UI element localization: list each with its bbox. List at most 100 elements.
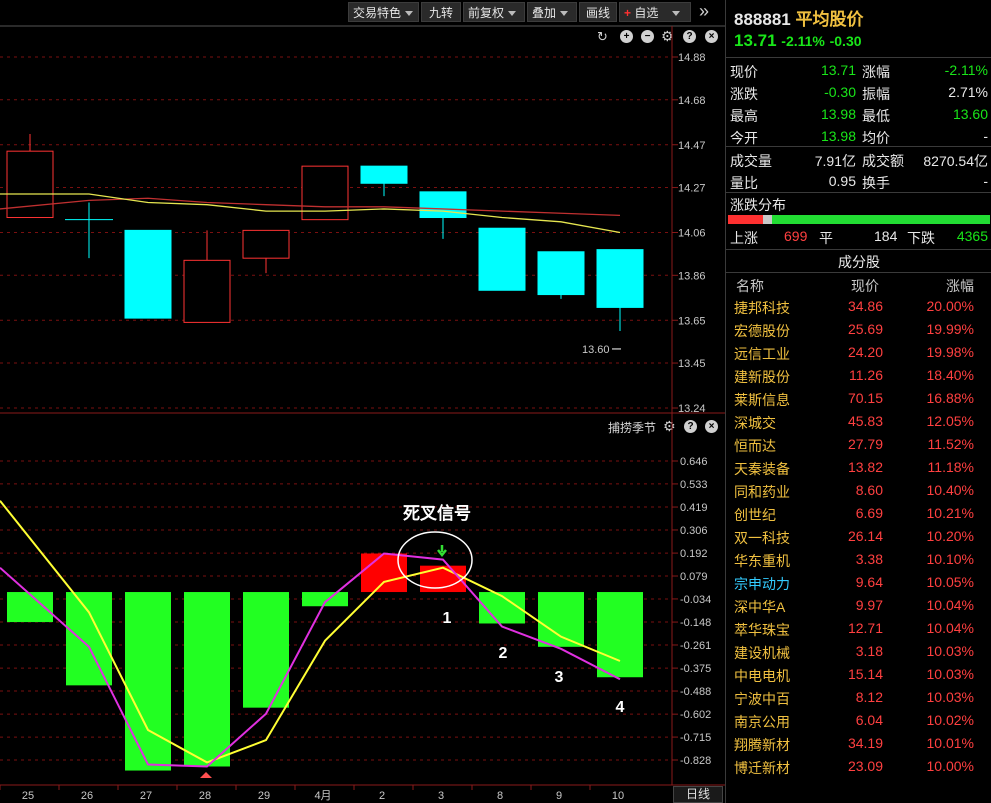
component-name: 萃华珠宝 (734, 622, 790, 638)
price-tick-label: 14.88 (678, 52, 706, 64)
label-turnover: 换手 (862, 175, 890, 191)
component-row[interactable]: 建新股份 11.26 18.40% (726, 365, 991, 387)
component-row[interactable]: 创世纪 6.69 10.21% (726, 503, 991, 525)
candle-body (124, 229, 172, 319)
indicator-bar (538, 592, 584, 647)
component-row[interactable]: 博迁新材 23.09 10.00% (726, 756, 991, 778)
divider (726, 272, 991, 273)
component-name: 南京公用 (734, 714, 790, 730)
price-tick-label: 14.06 (678, 228, 706, 240)
daily-kline-tab[interactable]: 日线 (673, 786, 723, 803)
component-row[interactable]: 双一科技 26.14 10.20% (726, 526, 991, 548)
component-pct: 18.40% (926, 367, 974, 383)
stock-change: -0.30 (829, 33, 862, 49)
label-volume: 成交量 (730, 153, 772, 169)
component-price: 13.82 (847, 459, 883, 475)
component-row[interactable]: 华东重机 3.38 10.10% (726, 549, 991, 571)
kline-chart-area[interactable]: 14.88 14.68 14.47 14.27 14.06 13.86 13.65 13.45… (0, 0, 725, 803)
component-price: 70.15 (847, 390, 883, 406)
down-arrow-icon (437, 545, 447, 558)
component-row[interactable]: 恒而达 27.79 11.52% (726, 434, 991, 456)
component-name: 中电电机 (734, 668, 790, 684)
component-row[interactable]: 建设机械 3.18 10.03% (726, 641, 991, 663)
component-pct: 10.03% (926, 666, 974, 682)
component-price: 27.79 (847, 436, 883, 452)
component-row[interactable]: 同和药业 8.60 10.40% (726, 480, 991, 502)
component-row[interactable]: 萃华珠宝 12.71 10.04% (726, 618, 991, 640)
component-row[interactable]: 中电电机 15.14 10.03% (726, 664, 991, 686)
indicator-bar (243, 592, 289, 708)
quote-row-4: 今开 13.98 均价 - (726, 126, 991, 148)
x-tick-label: 25 (22, 790, 34, 802)
quote-row-2: 涨跌 -0.30 振幅 2.71% (726, 82, 991, 104)
value-zuigao: 13.98 (820, 106, 856, 122)
indicator-tick-label: -0.148 (680, 617, 711, 629)
component-row[interactable]: 宗申动力 9.64 10.05% (726, 572, 991, 594)
x-tick-label: 26 (81, 790, 93, 802)
component-row[interactable]: 南京公用 6.04 10.02% (726, 710, 991, 732)
col-header-price[interactable]: 现价 (851, 276, 879, 296)
value-zhangfu: -2.11% (944, 62, 988, 78)
component-row[interactable]: 深中华A 9.97 10.04% (726, 595, 991, 617)
value-amount: 8270.54亿 (923, 153, 988, 169)
component-price: 3.38 (855, 551, 883, 567)
indicator-tick-label: 0.192 (680, 548, 708, 560)
label-zhangdie: 涨跌 (730, 86, 758, 102)
value-flat: 184 (874, 228, 898, 244)
stock-price: 13.71 (734, 31, 777, 50)
component-row[interactable]: 捷邦科技 34.86 20.00% (726, 296, 991, 318)
candle-body (242, 229, 290, 259)
component-pct: 10.10% (926, 551, 974, 567)
price-tick-label: 14.27 (678, 183, 706, 195)
step-label-4: 4 (616, 699, 625, 716)
component-name: 捷邦科技 (734, 300, 790, 316)
component-row[interactable]: 宁波中百 8.12 10.03% (726, 687, 991, 709)
indicator-tick-label: 0.533 (680, 479, 708, 491)
component-row[interactable]: 远信工业 24.20 19.98% (726, 342, 991, 364)
label-zhangfu: 涨幅 (862, 64, 890, 80)
component-name: 建设机械 (734, 645, 790, 661)
component-pct: 10.04% (926, 597, 974, 613)
component-price: 12.71 (847, 620, 883, 636)
component-row[interactable]: 宏德股份 25.69 19.99% (726, 319, 991, 341)
price-tick-label: 13.24 (678, 403, 706, 415)
label-up: 上涨 (730, 230, 758, 246)
component-name: 建新股份 (734, 369, 790, 385)
indicator-tick-label: 0.419 (680, 502, 708, 514)
component-row[interactable]: 翔腾新材 34.19 10.01% (726, 733, 991, 755)
col-header-pct[interactable]: 涨幅 (946, 276, 974, 296)
candle-body (360, 165, 408, 184)
component-row[interactable]: 莱斯信息 70.15 16.88% (726, 388, 991, 410)
divider (726, 57, 991, 58)
component-pct: 19.98% (926, 344, 974, 360)
component-name: 宗申动力 (734, 576, 790, 592)
component-price: 24.20 (847, 344, 883, 360)
indicator-tick-label: 0.646 (680, 456, 708, 468)
component-name: 宁波中百 (734, 691, 790, 707)
component-name: 莱斯信息 (734, 392, 790, 408)
component-pct: 20.00% (926, 298, 974, 314)
candle-body (419, 191, 467, 219)
component-price: 6.69 (855, 505, 883, 521)
x-tick-label: 28 (199, 790, 211, 802)
component-name: 翔腾新材 (734, 737, 790, 753)
indicator-tick-label: -0.715 (680, 732, 711, 744)
components-title: 成分股 (838, 254, 880, 270)
quote-panel: 888881 平均股价 13.71 -2.11% -0.30 现价 13.71 … (725, 0, 991, 803)
component-pct: 10.01% (926, 735, 974, 751)
component-pct: 10.05% (926, 574, 974, 590)
component-name: 创世纪 (734, 507, 776, 523)
value-up: 699 (784, 228, 808, 244)
component-price: 9.97 (855, 597, 883, 613)
col-header-name[interactable]: 名称 (736, 276, 764, 296)
x-tick-label: 9 (556, 790, 562, 802)
component-row[interactable]: 天秦装备 13.82 11.18% (726, 457, 991, 479)
label-down: 下跌 (907, 230, 935, 246)
label-flat: 平 (819, 230, 833, 246)
label-zhenfu: 振幅 (862, 86, 890, 102)
indicator-bar (66, 592, 112, 686)
value-zuidi: 13.60 (952, 106, 988, 122)
component-row[interactable]: 深城交 45.83 12.05% (726, 411, 991, 433)
x-tick-label: 29 (258, 790, 270, 802)
x-tick-label: 8 (497, 790, 503, 802)
